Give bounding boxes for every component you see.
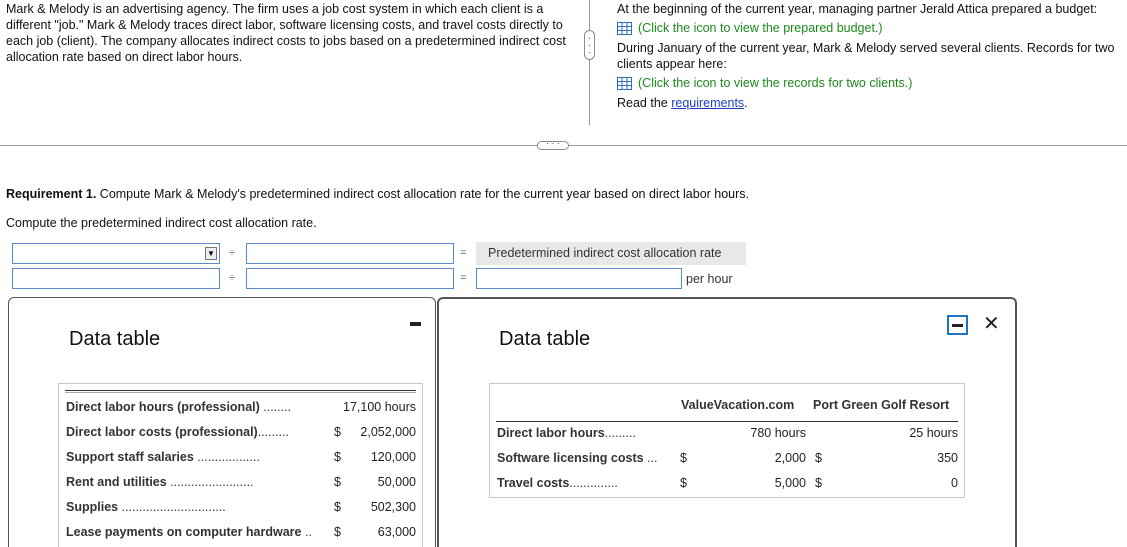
cell-port-green: 0: [951, 476, 958, 490]
table-top-rule: [65, 390, 416, 393]
row-label: Supplies: [66, 500, 119, 514]
table-row: Support staff salaries .................…: [59, 446, 424, 466]
dollar-sign: $: [680, 476, 687, 490]
budget-link[interactable]: (Click the icon to view the prepared bud…: [617, 20, 1122, 36]
numerator-amount-input[interactable]: [246, 243, 454, 264]
dollar-sign: $: [334, 525, 341, 539]
budget-data-table: Direct labor hours (professional) ......…: [58, 383, 423, 547]
row-leader: ..............: [569, 476, 618, 490]
compute-instruction: Compute the predetermined indirect cost …: [6, 216, 317, 230]
row-label: Lease payments on computer hardware: [66, 525, 302, 539]
row-label: Software licensing costs: [497, 451, 644, 465]
per-hour-label: per hour: [686, 272, 733, 286]
column-header: Port Green Golf Resort: [813, 398, 950, 412]
column-header: ValueVacation.com: [681, 398, 795, 412]
table-row: Lease payments on computer hardware .. $…: [59, 521, 424, 541]
table-row: Supplies .............................. …: [59, 496, 424, 516]
table-grid-icon[interactable]: [617, 76, 632, 90]
cell-valuevacation: 780 hours: [750, 426, 806, 440]
dollar-sign: $: [815, 476, 822, 490]
cell-valuevacation: 2,000: [774, 451, 806, 465]
records-intro-text: During January of the current year, Mark…: [617, 41, 1115, 71]
intro-paragraph: Mark & Melody is an advertising agency. …: [6, 2, 566, 64]
divide-operator: ÷: [229, 272, 236, 284]
row-leader: ........: [259, 400, 292, 414]
minimize-icon[interactable]: [410, 322, 421, 326]
row-leader: .........: [257, 425, 289, 439]
divide-operator: ÷: [229, 247, 236, 259]
row-leader: ...: [643, 451, 658, 465]
cell-port-green: 25 hours: [909, 426, 958, 440]
row-label: Direct labor hours: [497, 426, 605, 440]
read-suffix: .: [744, 96, 748, 110]
dollar-sign: $: [334, 450, 341, 464]
row-leader: ..............................: [118, 500, 226, 514]
row-leader: ..................: [193, 450, 260, 464]
table-grid-icon[interactable]: [617, 21, 632, 35]
row-value: 63,000: [377, 525, 416, 539]
vertical-divider: [589, 0, 590, 125]
equals-operator: =: [460, 272, 467, 284]
close-icon[interactable]: ✕: [983, 311, 1000, 336]
table-row: Direct labor costs (professional).......…: [59, 421, 424, 441]
table-row: Software licensing costs ... $ 2,000 $ 3…: [490, 447, 966, 467]
row-leader: .........: [604, 426, 636, 440]
row-leader: ..: [301, 525, 312, 539]
table-row: Direct labor hours......... 780 hours 25…: [490, 422, 966, 442]
row-value: 502,300: [370, 500, 416, 514]
table-row: Travel costs.............. $ 5,000 $ 0: [490, 472, 966, 492]
table-row: Direct labor hours (professional) ......…: [59, 396, 424, 416]
data-table-title: Data table: [69, 328, 161, 350]
dropdown-arrow-icon[interactable]: ▼: [205, 247, 217, 260]
row-label: Travel costs: [497, 476, 570, 490]
equals-operator: =: [460, 247, 467, 259]
row-label: Rent and utilities: [66, 475, 167, 489]
result-label: Predetermined indirect cost allocation r…: [476, 242, 746, 265]
row-label: Direct labor costs (professional): [66, 425, 258, 439]
read-prefix: Read the: [617, 96, 672, 110]
cell-port-green: 350: [937, 451, 958, 465]
row-value: 120,000: [370, 450, 416, 464]
budget-link-text[interactable]: (Click the icon to view the prepared bud…: [638, 20, 883, 36]
records-link-text[interactable]: (Click the icon to view the records for …: [638, 75, 912, 91]
rate-result-input[interactable]: [476, 268, 682, 289]
requirement-text: Compute Mark & Melody's predetermined in…: [96, 187, 750, 201]
denominator-amount-input[interactable]: [246, 268, 454, 289]
dollar-sign: $: [680, 451, 687, 465]
numerator-dropdown[interactable]: ▼: [12, 243, 220, 264]
cell-valuevacation: 5,000: [774, 476, 806, 490]
records-link[interactable]: (Click the icon to view the records for …: [617, 75, 1122, 91]
vertical-resize-handle[interactable]: · · ·: [584, 30, 595, 60]
row-leader: ........................: [166, 475, 254, 489]
horizontal-resize-handle[interactable]: · · ·: [537, 139, 569, 150]
data-table-title: Data table: [499, 328, 591, 350]
row-value: 50,000: [377, 475, 416, 489]
budget-intro-text: At the beginning of the current year, ma…: [617, 2, 1098, 16]
read-requirements-line: Read the requirements.: [617, 95, 1122, 111]
row-value: 2,052,000: [360, 425, 416, 439]
requirement-label: Requirement 1.: [6, 187, 97, 201]
requirements-link[interactable]: requirements: [671, 96, 744, 110]
row-value: 17,100 hours: [343, 400, 416, 414]
intro-right-panel: At the beginning of the current year, ma…: [617, 1, 1122, 111]
minimize-button[interactable]: [947, 315, 968, 335]
dollar-sign: $: [334, 475, 341, 489]
dollar-sign: $: [334, 500, 341, 514]
row-label: Direct labor hours (professional): [66, 400, 260, 414]
dollar-sign: $: [334, 425, 341, 439]
row-label: Support staff salaries: [66, 450, 194, 464]
denominator-input[interactable]: [12, 268, 220, 289]
dollar-sign: $: [815, 451, 822, 465]
requirement-heading: Requirement 1. Compute Mark & Melody's p…: [6, 187, 749, 201]
table-row: Rent and utilities .....................…: [59, 471, 424, 491]
client-records-table: ValueVacation.com Port Green Golf Resort…: [489, 383, 965, 498]
